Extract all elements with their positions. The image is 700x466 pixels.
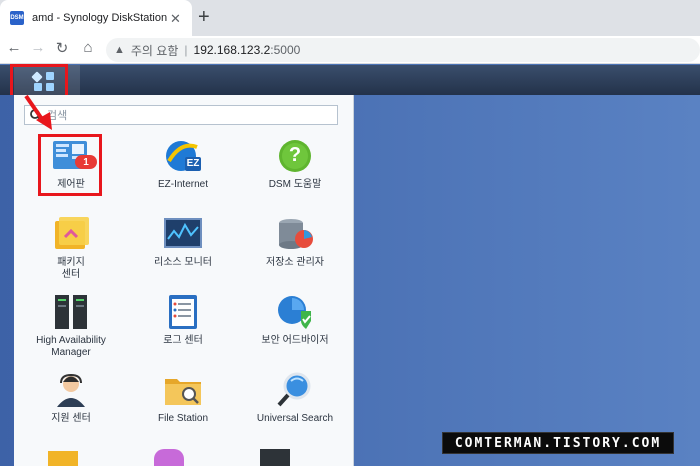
app-label: DSM 도움말 [268,179,322,190]
package-center-icon [51,215,91,253]
app-resource-monitor[interactable]: 리소스 모니터 [128,215,238,269]
app-log-center[interactable]: 로그 센터 [128,293,238,347]
help-icon: ? [275,137,315,175]
app-label: 리소스 모니터 [154,257,212,268]
partial-app-icon[interactable] [260,449,290,466]
app-label: Universal Search [256,413,334,424]
high-availability-icon [51,293,91,331]
close-tab-icon[interactable]: ✕ [170,11,181,27]
highlight-control-panel [38,134,102,196]
dsm-favicon-icon: DSM [10,11,24,25]
app-label: File Station [157,413,209,424]
app-label: High Availability Manager [36,335,106,358]
url-host: 192.168.123.2 [193,43,271,57]
url-port: :5000 [270,43,301,57]
app-universal-search[interactable]: Universal Search [240,371,350,425]
forward-icon[interactable]: → [28,39,48,56]
ez-badge-text: EZ [186,158,200,169]
app-label: 보안 어드바이저 [261,335,329,346]
app-security-advisor[interactable]: 보안 어드바이저 [240,293,350,347]
app-label: 저장소 관리자 [266,257,324,268]
red-arrow-annotation [24,94,52,130]
browser-tab-strip: DSM amd - Synology DiskStation ✕ + [0,0,700,36]
home-icon[interactable]: ⌂ [78,39,98,56]
partial-app-icon[interactable] [154,449,184,466]
security-advisor-icon [275,293,315,331]
browser-toolbar: ← → ↻ ⌂ ▲ 주의 요함 | 192.168.123.2 :5000 [0,36,700,64]
partial-app-icon[interactable] [48,451,78,466]
app-package-center[interactable]: 패키지 센터 [16,215,126,281]
app-storage-manager[interactable]: 저장소 관리자 [240,215,350,269]
browser-tab[interactable]: DSM amd - Synology DiskStation ✕ [0,0,192,36]
storage-manager-icon [275,215,315,253]
app-file-station[interactable]: File Station [128,371,238,425]
app-ez-internet[interactable]: EZ EZ-Internet [128,137,238,191]
url-separator: | [184,43,188,57]
help-glyph: ? [288,144,302,166]
app-dsm-help[interactable]: ? DSM 도움말 [240,137,350,191]
security-label[interactable]: 주의 요함 [131,42,179,59]
reload-icon[interactable]: ↻ [52,39,72,57]
file-station-icon [163,371,203,409]
app-high-availability[interactable]: High Availability Manager [16,293,126,359]
universal-search-icon [275,371,315,409]
app-label: 패키지 센터 [57,257,85,280]
app-label: 지원 센터 [51,413,91,424]
support-center-icon [51,371,91,409]
new-tab-icon[interactable]: + [198,6,210,29]
watermark: COMTERMAN.TISTORY.COM [442,432,674,454]
dsm-taskbar [0,65,700,95]
log-center-icon [163,293,203,331]
app-label: EZ-Internet [157,179,209,190]
app-label: 로그 센터 [163,335,203,346]
ez-internet-icon: EZ [163,137,203,175]
back-icon[interactable]: ← [4,39,24,56]
app-support-center[interactable]: 지원 센터 [16,371,126,425]
warning-icon[interactable]: ▲ [114,44,125,56]
search-input[interactable]: 검색 [24,105,338,125]
address-bar[interactable]: ▲ 주의 요함 | 192.168.123.2 :5000 [106,38,700,62]
resource-monitor-icon [163,215,203,253]
tab-title: amd - Synology DiskStation [32,12,168,24]
